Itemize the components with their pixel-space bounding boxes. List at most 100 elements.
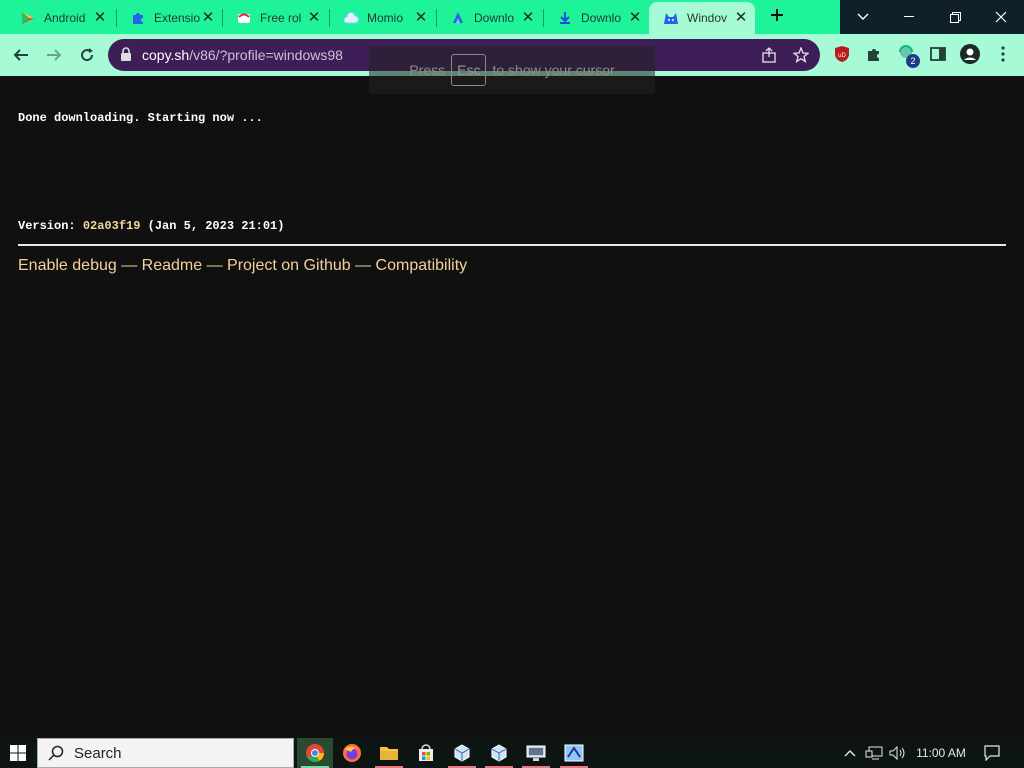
- footer-links: Enable debug — Readme — Project on Githu…: [18, 257, 467, 275]
- link-separator: —: [116, 257, 142, 274]
- minimize-button[interactable]: [886, 0, 932, 34]
- taskbar-remote-desktop[interactable]: [518, 738, 554, 768]
- arrow-left-icon: [13, 49, 28, 61]
- clock[interactable]: 11:00 AM: [910, 738, 972, 768]
- version-hash-link[interactable]: 02a03f19: [83, 219, 141, 233]
- forward-button[interactable]: [41, 42, 67, 68]
- page-content: Done downloading. Starting now ... Versi…: [0, 76, 1024, 737]
- chevron-up-icon: [844, 750, 856, 757]
- speaker-icon: [889, 746, 905, 760]
- tab-windows98[interactable]: Windov ✕: [649, 2, 755, 34]
- tab-title: Downlo: [581, 11, 622, 25]
- taskbar: Search 11:00 AM: [0, 738, 1024, 768]
- tab-title: Android: [44, 11, 86, 25]
- download-arrow-icon: [557, 10, 573, 26]
- taskbar-vm-manager[interactable]: [556, 738, 592, 768]
- cube-icon: [454, 744, 470, 762]
- play-store-icon: [20, 10, 36, 26]
- volume-tray-icon[interactable]: [886, 738, 910, 768]
- url-text: copy.sh/v86/?profile=windows98: [142, 47, 343, 63]
- account-avatar-icon[interactable]: [960, 44, 980, 64]
- pointer-lock-hint: Press Esc to show your cursor: [369, 46, 655, 94]
- search-placeholder: Search: [74, 744, 122, 762]
- ublock-label: uD: [838, 53, 846, 59]
- divider: [18, 244, 1006, 246]
- notification-icon: [984, 745, 1000, 761]
- taskbar-chrome[interactable]: [297, 738, 333, 768]
- close-icon[interactable]: ✕: [92, 10, 108, 26]
- hint-rest: to show your cursor: [492, 62, 615, 78]
- start-button[interactable]: [0, 738, 36, 768]
- url-path: /v86/?profile=windows98: [189, 47, 343, 63]
- lock-icon: [120, 47, 132, 66]
- tab-download-2[interactable]: Downlo ✕: [543, 2, 649, 34]
- cube-icon: [491, 744, 507, 762]
- close-icon[interactable]: ✕: [520, 10, 536, 26]
- readme-link[interactable]: Readme: [142, 257, 202, 274]
- kebab-menu-icon[interactable]: [993, 44, 1013, 64]
- taskbar-search[interactable]: Search: [37, 738, 294, 768]
- restore-button[interactable]: [932, 0, 978, 34]
- taskbar-firefox[interactable]: [334, 738, 370, 768]
- profile-sync-icon[interactable]: 2: [896, 44, 920, 68]
- taskbar-virtualbox-2[interactable]: [481, 738, 517, 768]
- puzzle-icon: [130, 10, 146, 26]
- hint-press: Press: [409, 62, 446, 78]
- close-icon[interactable]: ✕: [200, 10, 216, 26]
- windows-logo-icon: [10, 745, 26, 761]
- tab-title: Momio: [367, 11, 404, 25]
- show-hidden-icons-button[interactable]: [840, 738, 860, 768]
- close-window-button[interactable]: [978, 0, 1024, 34]
- new-tab-button[interactable]: [765, 5, 789, 29]
- tab-download-1[interactable]: Downlo ✕: [436, 2, 542, 34]
- close-icon[interactable]: ✕: [733, 10, 749, 26]
- close-icon[interactable]: ✕: [627, 10, 643, 26]
- taskbar-virtualbox-1[interactable]: [444, 738, 480, 768]
- tab-android[interactable]: Android ✕: [6, 2, 114, 34]
- close-icon[interactable]: ✕: [413, 10, 429, 26]
- taskbar-file-explorer[interactable]: [371, 738, 407, 768]
- store-icon: [419, 744, 433, 761]
- tab-title: Extensio: [154, 11, 200, 25]
- vm-manager-icon: [564, 744, 584, 762]
- tab-free-roll[interactable]: Free rol ✕: [222, 2, 328, 34]
- tab-extensions[interactable]: Extensio ✕: [116, 2, 222, 34]
- minimize-icon: [904, 16, 914, 17]
- back-button[interactable]: [8, 42, 34, 68]
- share-icon[interactable]: [760, 46, 778, 64]
- tab-search-button[interactable]: [840, 0, 886, 34]
- chrome-icon: [306, 744, 324, 763]
- chevron-down-icon: [857, 13, 869, 20]
- tab-title: Free rol: [260, 11, 302, 25]
- tab-strip: Android ✕ Extensio ✕ Free rol ✕ Momio ✕ …: [0, 0, 1024, 34]
- version-date: (Jan 5, 2023 21:01): [140, 219, 285, 233]
- plus-icon: [771, 9, 783, 21]
- taskbar-store[interactable]: [408, 738, 444, 768]
- tab-title: Downlo: [474, 11, 515, 25]
- folder-icon: [380, 747, 398, 760]
- reload-icon: [81, 48, 94, 62]
- profile-badge: 2: [906, 54, 920, 68]
- link-separator: —: [202, 257, 228, 274]
- close-icon: [995, 11, 1007, 23]
- github-link[interactable]: Project on Github: [227, 257, 351, 274]
- close-icon[interactable]: ✕: [306, 10, 322, 26]
- tab-momio[interactable]: Momio ✕: [329, 2, 435, 34]
- compatibility-link[interactable]: Compatibility: [376, 257, 468, 274]
- hint-key: Esc: [451, 54, 487, 86]
- extensions-puzzle-icon[interactable]: [864, 44, 884, 64]
- version-info: Version: 02a03f19 (Jan 5, 2023 21:01): [18, 219, 284, 233]
- url-host: copy.sh: [142, 47, 190, 63]
- bookmark-star-icon[interactable]: [792, 46, 810, 64]
- tab-title: Windov: [687, 11, 728, 25]
- roll-icon: [236, 10, 252, 26]
- monitor-icon: [526, 745, 546, 761]
- network-tray-icon[interactable]: [862, 738, 886, 768]
- cloud-icon: [343, 10, 359, 26]
- notification-center-button[interactable]: [978, 738, 1006, 768]
- ublock-icon[interactable]: uD: [832, 44, 852, 64]
- reload-button[interactable]: [74, 42, 100, 68]
- enable-debug-link[interactable]: Enable debug: [18, 257, 117, 274]
- arrow-right-icon: [47, 49, 62, 61]
- side-panel-icon[interactable]: [928, 44, 948, 64]
